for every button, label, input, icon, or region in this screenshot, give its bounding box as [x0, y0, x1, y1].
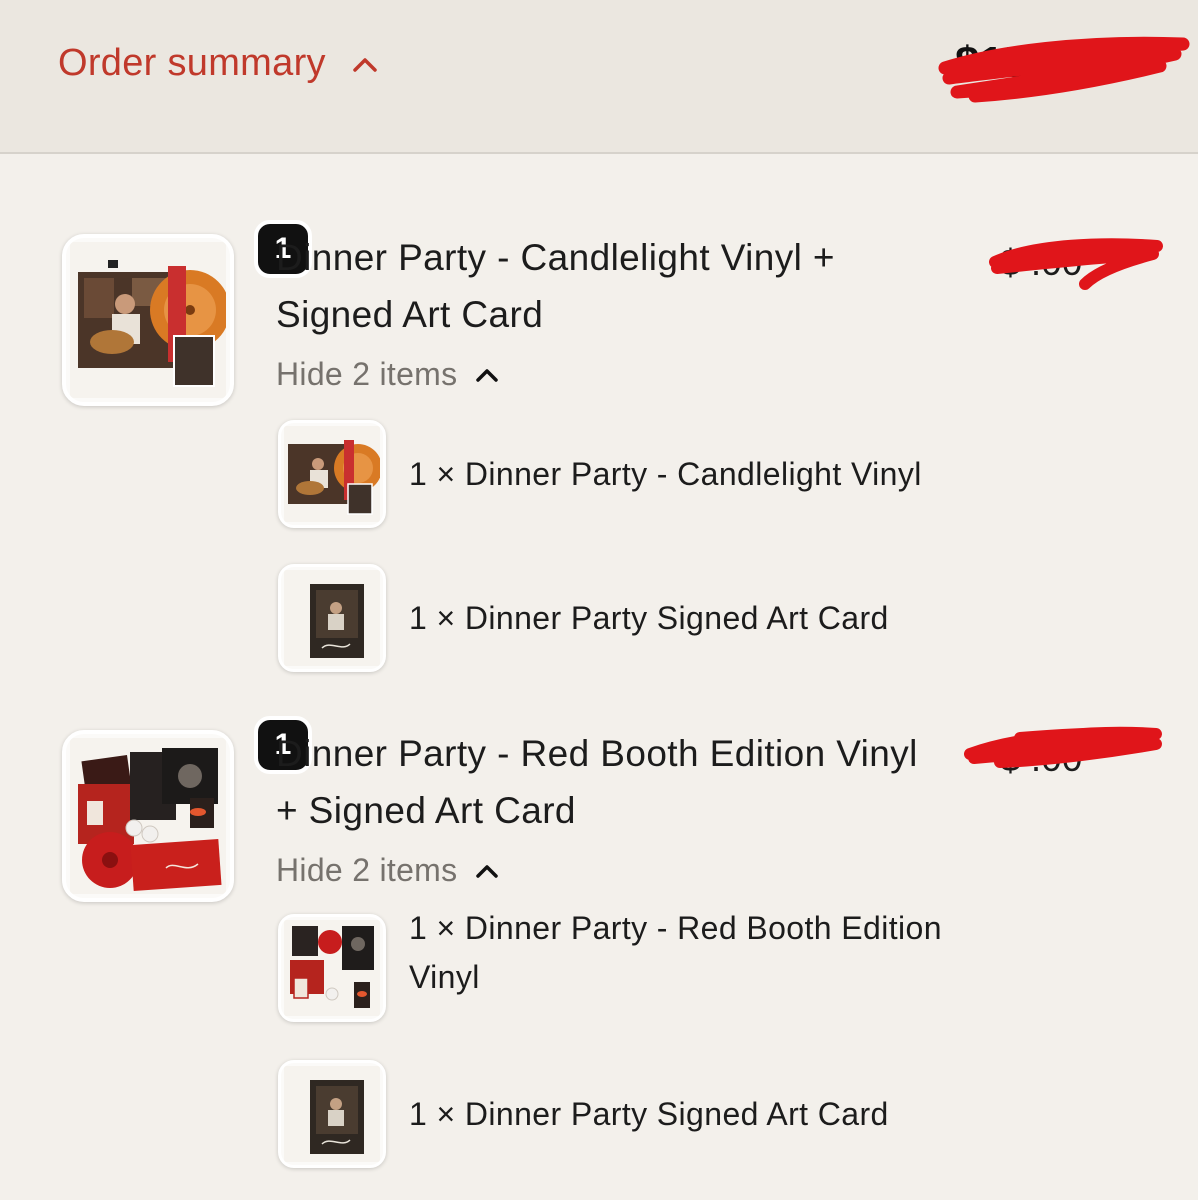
- product-image-red-booth: [70, 738, 226, 894]
- hide-items-label: Hide 2 items: [276, 356, 458, 392]
- item-price: $ .00: [1000, 242, 1083, 283]
- chevron-up-icon: [476, 368, 499, 382]
- sub-item-image: [278, 420, 386, 528]
- item-title: Dinner Party - Candlelight Vinyl + Signe…: [276, 237, 835, 335]
- sub-item-image: [278, 1060, 386, 1168]
- sub-item-label: 1 × Dinner Party Signed Art Card: [409, 600, 889, 636]
- hide-items-toggle[interactable]: Hide 2 items: [276, 852, 499, 889]
- sub-item-label: 1 × Dinner Party - Red Booth Edition Vin…: [409, 910, 942, 995]
- order-total-price: $15 .21: [955, 38, 1102, 87]
- hide-items-toggle[interactable]: Hide 2 items: [276, 356, 499, 393]
- chevron-up-icon: [353, 57, 377, 72]
- product-image: [62, 234, 234, 406]
- sub-item-image: [278, 564, 386, 672]
- sub-item-label: 1 × Dinner Party - Candlelight Vinyl: [409, 456, 922, 492]
- order-summary-toggle[interactable]: Order summary: [58, 42, 378, 85]
- sub-item: 1 × Dinner Party Signed Art Card: [278, 1060, 1178, 1168]
- product-image-red-booth-small: [284, 920, 380, 1016]
- sub-item: 1 × Dinner Party - Candlelight Vinyl: [278, 420, 1178, 528]
- product-image-art-card: [284, 1066, 380, 1162]
- item-price: $ .00: [1000, 738, 1083, 779]
- sub-item-label: 1 × Dinner Party Signed Art Card: [409, 1096, 889, 1132]
- order-summary-header: Order summary $15 .21: [0, 0, 1198, 154]
- sub-item: 1 × Dinner Party Signed Art Card: [278, 564, 1178, 672]
- item-title: Dinner Party - Red Booth Edition Vinyl +…: [276, 733, 918, 831]
- product-image-candlelight: [70, 242, 226, 398]
- order-summary-label: Order summary: [58, 42, 326, 84]
- product-thumbnail-wrapper[interactable]: 1: [62, 716, 312, 902]
- hide-items-label: Hide 2 items: [276, 852, 458, 888]
- sub-item: 1 × Dinner Party - Red Booth Edition Vin…: [278, 910, 1178, 1022]
- product-image: [62, 730, 234, 902]
- product-thumbnail-wrapper[interactable]: 1: [62, 220, 312, 406]
- chevron-up-icon: [476, 864, 499, 878]
- product-image-art-card: [284, 570, 380, 666]
- sub-item-image: [278, 914, 386, 1022]
- product-image-candlelight-small: [284, 426, 380, 522]
